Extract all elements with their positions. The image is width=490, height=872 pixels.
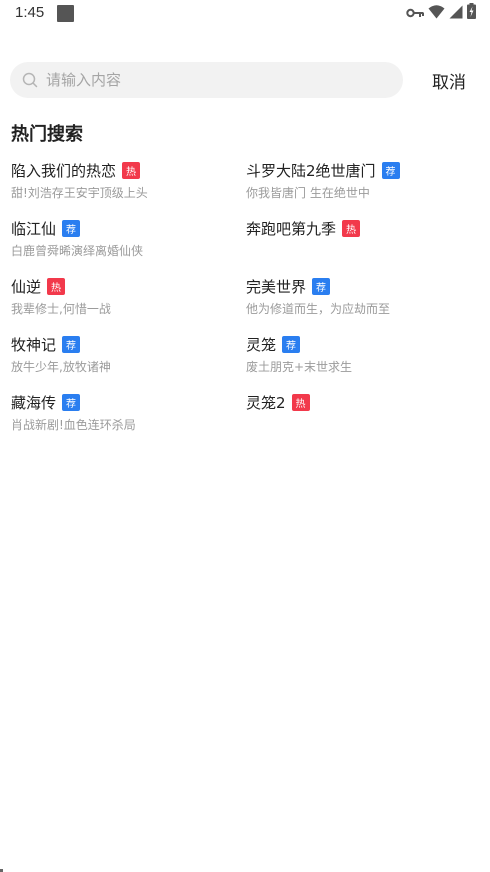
battery-icon bbox=[467, 3, 476, 23]
search-bar: 取消 bbox=[10, 62, 480, 98]
signal-icon bbox=[449, 4, 463, 23]
hot-search-item[interactable]: 牧神记荐放牛少年,放牧诸神 bbox=[11, 332, 246, 390]
hot-search-item-desc: 放牛少年,放牧诸神 bbox=[11, 360, 111, 374]
recommend-badge: 荐 bbox=[381, 161, 400, 179]
hot-search-item-desc: 我辈修士,何惜一战 bbox=[11, 302, 111, 316]
hot-search-grid: 陷入我们的热恋热甜!刘浩存王安宇顶级上头 斗罗大陆2绝世唐门荐你我皆唐门 生在绝世… bbox=[11, 158, 481, 448]
status-time: 1:45 bbox=[15, 4, 45, 21]
hot-search-item-desc: 你我皆唐门 生在绝世中 bbox=[246, 186, 370, 200]
hot-search-item-title: 仙逆 bbox=[11, 277, 42, 296]
notification-icon bbox=[57, 5, 74, 22]
hot-badge: 热 bbox=[122, 161, 141, 179]
hot-search-item-title: 奔跑吧第九季 bbox=[246, 219, 337, 238]
hot-search-item-header: 斗罗大陆2绝世唐门荐 bbox=[246, 158, 481, 182]
hot-search-item[interactable]: 完美世界荐他为修道而生，为应劫而至 bbox=[246, 274, 481, 332]
recommend-badge: 荐 bbox=[312, 277, 331, 295]
hot-search-title: 热门搜索 bbox=[11, 124, 83, 145]
search-input[interactable] bbox=[44, 70, 378, 90]
hot-search-item[interactable]: 奔跑吧第九季热 bbox=[246, 216, 481, 274]
recommend-badge: 荐 bbox=[62, 219, 81, 237]
hot-search-item-title: 藏海传 bbox=[11, 393, 57, 412]
hot-search-item-title: 陷入我们的热恋 bbox=[11, 161, 117, 180]
hot-search-item[interactable]: 临江仙荐白鹿曾舜晞演绎离婚仙侠 bbox=[11, 216, 246, 274]
hot-search-item[interactable]: 藏海传荐肖战新剧!血色连环杀局 bbox=[11, 390, 246, 448]
hot-search-item[interactable]: 仙逆热我辈修士,何惜一战 bbox=[11, 274, 246, 332]
search-box[interactable] bbox=[10, 62, 403, 98]
hot-search-item-header: 陷入我们的热恋热 bbox=[11, 158, 246, 182]
hot-search-item-title: 牧神记 bbox=[11, 335, 57, 354]
hot-search-item-desc: 甜!刘浩存王安宇顶级上头 bbox=[11, 186, 148, 200]
hot-search-item-title: 临江仙 bbox=[11, 219, 57, 238]
hot-search-item-header: 灵笼荐 bbox=[246, 332, 481, 356]
recommend-badge: 荐 bbox=[62, 335, 81, 353]
hot-search-item-desc: 肖战新剧!血色连环杀局 bbox=[11, 418, 136, 432]
hot-search-item-header: 灵笼2 热 bbox=[246, 390, 481, 414]
hot-badge: 热 bbox=[342, 219, 361, 237]
hot-search-item[interactable]: 灵笼2 热 bbox=[246, 390, 481, 448]
status-bar: 1:45 bbox=[0, 0, 490, 28]
hot-search-item-header: 完美世界荐 bbox=[246, 274, 481, 298]
key-icon bbox=[406, 4, 424, 23]
hot-search-item-desc: 白鹿曾舜晞演绎离婚仙侠 bbox=[11, 244, 144, 258]
hot-search-item[interactable]: 灵笼荐废土朋克+末世求生 bbox=[246, 332, 481, 390]
hot-search-item-title: 斗罗大陆2绝世唐门 bbox=[246, 161, 376, 180]
hot-search-item-title: 完美世界 bbox=[246, 277, 307, 296]
hot-badge: 热 bbox=[47, 277, 66, 295]
hot-search-item-header: 临江仙荐 bbox=[11, 216, 246, 240]
hot-badge: 热 bbox=[291, 393, 310, 411]
hot-search-item-title: 灵笼 bbox=[246, 335, 277, 354]
recommend-badge: 荐 bbox=[62, 393, 81, 411]
hot-search-item-title: 灵笼2 bbox=[246, 393, 286, 412]
cancel-button[interactable]: 取消 bbox=[432, 68, 466, 93]
hot-search-item-desc: 他为修道而生，为应劫而至 bbox=[246, 302, 391, 316]
recommend-badge: 荐 bbox=[282, 335, 301, 353]
hot-search-item-header: 奔跑吧第九季热 bbox=[246, 216, 481, 240]
hot-search-item-header: 牧神记荐 bbox=[11, 332, 246, 356]
hot-search-item-desc: 废土朋克+末世求生 bbox=[246, 360, 353, 374]
hot-search-item[interactable]: 斗罗大陆2绝世唐门荐你我皆唐门 生在绝世中 bbox=[246, 158, 481, 216]
hot-search-item[interactable]: 陷入我们的热恋热甜!刘浩存王安宇顶级上头 bbox=[11, 158, 246, 216]
hot-search-item-header: 仙逆热 bbox=[11, 274, 246, 298]
status-icons bbox=[406, 3, 476, 23]
search-icon bbox=[21, 71, 39, 89]
wifi-icon bbox=[428, 4, 445, 23]
hot-search-item-header: 藏海传荐 bbox=[11, 390, 246, 414]
